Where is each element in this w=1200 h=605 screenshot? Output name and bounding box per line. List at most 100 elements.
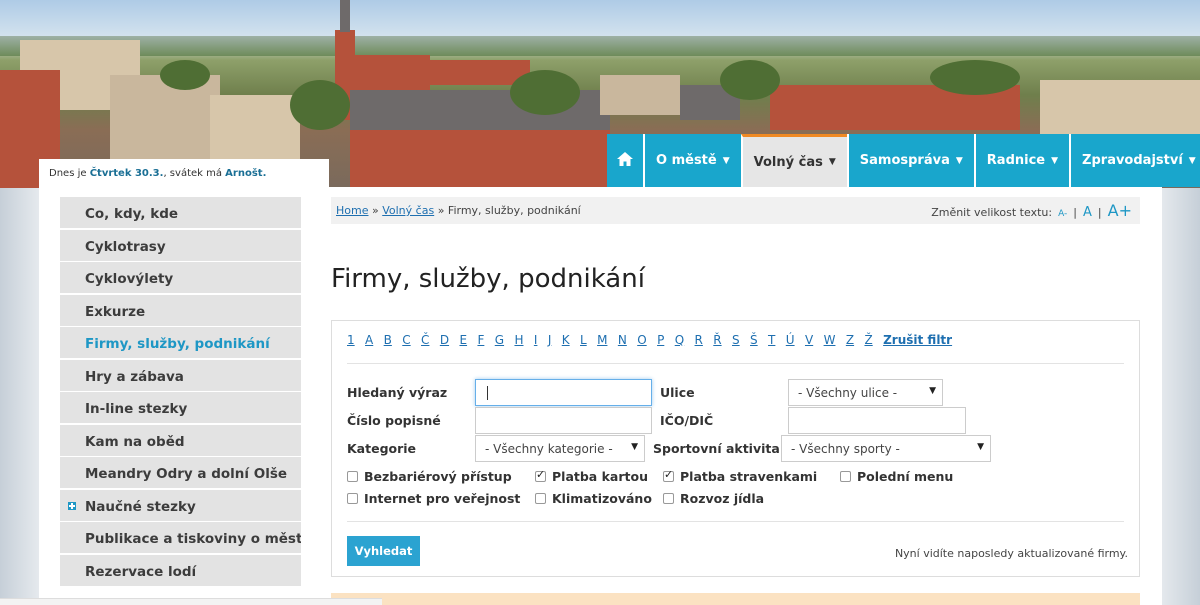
letter-link[interactable]: Ř [713, 333, 721, 347]
checkbox-box[interactable] [347, 493, 358, 504]
letter-link[interactable]: T [768, 333, 775, 347]
checkbox-label: Bezbariérový přístup [364, 469, 512, 484]
expand-icon[interactable] [68, 501, 76, 510]
checkbox-platba-kartou[interactable]: Platba kartou [535, 468, 648, 484]
letter-link[interactable]: K [562, 333, 570, 347]
letter-link[interactable]: Z [846, 333, 854, 347]
chevron-down-icon: ▼ [828, 157, 836, 167]
letter-link[interactable]: Č [421, 333, 429, 347]
letter-link[interactable]: O [637, 333, 646, 347]
letter-link[interactable]: V [805, 333, 813, 347]
clear-filter-link[interactable]: Zrušit filtr [883, 333, 952, 347]
letter-link[interactable]: C [402, 333, 410, 347]
category-select[interactable]: - Všechny kategorie - ▼ [475, 435, 645, 462]
breadcrumb: Home » Volný čas » Firmy, služby, podnik… [331, 197, 1140, 224]
sidebar-item-label: Publikace a tiskoviny o městě [85, 531, 301, 547]
sidebar-item-label: Firmy, služby, podnikání [85, 336, 270, 352]
font-size-divider: | [1097, 206, 1102, 219]
building [350, 55, 430, 95]
checkbox-rozvoz-jidla[interactable]: Rozvoz jídla [663, 491, 764, 506]
letter-link[interactable]: 1 [347, 333, 355, 347]
sidebar-item-label: Kam na oběd [85, 433, 185, 450]
sidebar-item[interactable]: Kam na oběd [60, 424, 301, 456]
street-select[interactable]: - Všechny ulice - ▼ [788, 379, 943, 406]
checkbox-box-checked[interactable] [535, 468, 546, 482]
letter-link[interactable]: I [534, 333, 538, 347]
letter-link[interactable]: P [657, 333, 664, 347]
building [600, 75, 680, 115]
sidebar-item[interactable]: Rezervace lodí [60, 554, 301, 586]
font-size-medium-button[interactable]: A [1083, 205, 1092, 220]
date-prefix: Dnes je [49, 168, 90, 179]
nav-label: Zpravodajství [1082, 153, 1183, 168]
results-note: Nyní vidíte naposledy aktualizované firm… [894, 547, 1128, 560]
letter-filter: 1 A B C Č D E F G H I J K L M N O P Q R … [347, 333, 962, 347]
letter-link[interactable]: R [695, 333, 703, 347]
letter-link[interactable]: B [384, 333, 392, 347]
font-size-small-button[interactable]: A- [1058, 209, 1067, 219]
letter-link[interactable]: N [618, 333, 627, 347]
checkbox-box[interactable] [535, 493, 546, 504]
sidebar-item[interactable]: Cyklotrasy [60, 229, 301, 261]
results-header-bar [331, 593, 1140, 605]
breadcrumb-home[interactable]: Home [336, 204, 368, 217]
checkbox-platba-stravenkami[interactable]: Platba stravenkami [663, 468, 817, 484]
letter-link[interactable]: Ú [786, 333, 795, 347]
letter-link[interactable]: L [580, 333, 587, 347]
checkbox-bezbarierovy[interactable]: Bezbariérový přístup [347, 469, 512, 484]
divider [347, 521, 1124, 522]
checkbox-box[interactable] [840, 471, 851, 482]
checkbox-poledni-menu[interactable]: Polední menu [840, 469, 953, 484]
letter-link[interactable]: H [514, 333, 523, 347]
sidebar-item[interactable]: Meandry Odry a dolní Olše [60, 457, 301, 488]
letter-link[interactable]: D [440, 333, 449, 347]
sidebar-item-active[interactable]: Firmy, služby, podnikání [60, 327, 301, 358]
house-number-input[interactable] [475, 407, 652, 434]
nav-item-radnice[interactable]: Radnice ▼ [973, 134, 1070, 187]
sidebar-item[interactable]: Exkurze [60, 294, 301, 326]
category-select-value: - Všechny kategorie - [485, 442, 613, 456]
tree [720, 60, 780, 100]
sidebar-item[interactable]: Publikace a tiskoviny o městě [60, 522, 301, 553]
letter-link[interactable]: Q [675, 333, 684, 347]
sidebar-item[interactable]: In-line stezky [60, 392, 301, 423]
nav-item-zpravodajstvi[interactable]: Zpravodajství ▼ [1069, 134, 1200, 187]
letter-link[interactable]: J [548, 333, 552, 347]
sidebar-item[interactable]: Hry a zábava [60, 359, 301, 391]
checkbox-klimatizovano[interactable]: Klimatizováno [535, 491, 652, 506]
letter-link[interactable]: W [824, 333, 836, 347]
search-button[interactable]: Vyhledat [347, 536, 420, 566]
sidebar-item[interactable]: Naučné stezky [60, 489, 301, 521]
breadcrumb-parent[interactable]: Volný čas [382, 204, 434, 217]
nav-label: Samospráva [859, 153, 950, 168]
checkbox-internet[interactable]: Internet pro veřejnost [347, 491, 520, 506]
nav-item-o-meste[interactable]: O městě ▼ [643, 134, 741, 187]
checkbox-box[interactable] [347, 471, 358, 482]
font-size-large-button[interactable]: A+ [1108, 201, 1132, 220]
letter-link[interactable]: F [477, 333, 484, 347]
letter-link[interactable]: S [732, 333, 740, 347]
font-size-divider: | [1073, 206, 1078, 219]
search-input[interactable] [475, 379, 652, 406]
home-icon [616, 151, 634, 171]
font-size-label: Změnit velikost textu: [931, 206, 1053, 219]
checkbox-box[interactable] [663, 493, 674, 504]
letter-link[interactable]: Š [750, 333, 758, 347]
letter-link[interactable]: E [459, 333, 467, 347]
nav-home[interactable] [607, 134, 643, 187]
letter-link[interactable]: G [495, 333, 504, 347]
checkbox-box-checked[interactable] [663, 468, 674, 482]
divider [347, 363, 1124, 364]
sidebar-item[interactable]: Cyklovýlety [60, 262, 301, 293]
ico-input[interactable] [788, 407, 966, 434]
nav-item-samosprava[interactable]: Samospráva ▼ [846, 134, 974, 187]
letter-link[interactable]: A [365, 333, 373, 347]
letter-link[interactable]: Ž [864, 333, 872, 347]
sport-select[interactable]: - Všechny sporty - ▼ [781, 435, 991, 462]
letter-link[interactable]: M [597, 333, 607, 347]
tree [930, 60, 1020, 95]
sidebar-item-label: In-line stezky [85, 401, 188, 417]
sidebar-item[interactable]: Co, kdy, kde [60, 197, 301, 228]
nav-item-volny-cas[interactable]: Volný čas ▼ [740, 134, 847, 187]
horizontal-scrollbar[interactable] [0, 598, 382, 605]
